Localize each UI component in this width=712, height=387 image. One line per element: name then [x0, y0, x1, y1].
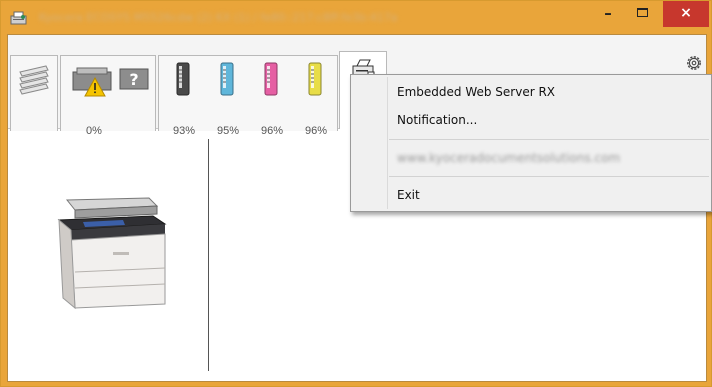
- paper-stack-icon: [19, 65, 49, 95]
- cyan-toner-level: 95%: [217, 125, 240, 137]
- cyan-toner-icon: [220, 62, 234, 96]
- printer-app-icon: [10, 11, 27, 25]
- pane-divider[interactable]: [208, 139, 209, 371]
- menu-item-website[interactable]: www.kyoceradocumentsolutions.com: [389, 146, 709, 170]
- title-bar[interactable]: Kyocera ECOSYS M5526cdw (2) KX (1) / fe8…: [1, 1, 711, 34]
- unknown-status-icon: ?: [119, 68, 149, 90]
- tab-status[interactable]: ? 0%: [60, 55, 156, 137]
- menu-separator: [389, 139, 709, 140]
- menu-gutter: [387, 77, 388, 209]
- window-title: Kyocera ECOSYS M5526cdw (2) KX (1) / fe8…: [39, 11, 398, 24]
- maximize-icon: [636, 8, 648, 17]
- printer-image: [57, 197, 167, 310]
- paper-level-text: 0%: [86, 125, 102, 137]
- minimize-button[interactable]: –: [591, 1, 625, 27]
- close-button[interactable]: ×: [663, 1, 709, 27]
- maximize-button[interactable]: [625, 1, 659, 27]
- warning-printer-icon: [72, 67, 112, 97]
- printer-context-menu: Embedded Web Server RX Notification... w…: [350, 74, 712, 212]
- yellow-toner-level: 96%: [305, 125, 328, 137]
- magenta-toner-icon: [264, 62, 278, 96]
- black-toner-icon: [176, 62, 190, 96]
- menu-separator: [389, 176, 709, 177]
- tab-jobs[interactable]: [10, 55, 58, 131]
- app-window: Kyocera ECOSYS M5526cdw (2) KX (1) / fe8…: [0, 0, 712, 387]
- tab-toner[interactable]: 93% 95% 96% 96%: [158, 55, 338, 137]
- svg-text:?: ?: [129, 70, 138, 89]
- magenta-toner-level: 96%: [261, 125, 284, 137]
- black-toner-level: 93%: [173, 125, 196, 137]
- menu-item-notification[interactable]: Notification...: [389, 108, 709, 132]
- menu-item-embedded-web-server[interactable]: Embedded Web Server RX: [389, 80, 709, 104]
- gear-icon[interactable]: [685, 54, 703, 72]
- menu-item-exit[interactable]: Exit: [389, 183, 709, 207]
- yellow-toner-icon: [308, 62, 322, 96]
